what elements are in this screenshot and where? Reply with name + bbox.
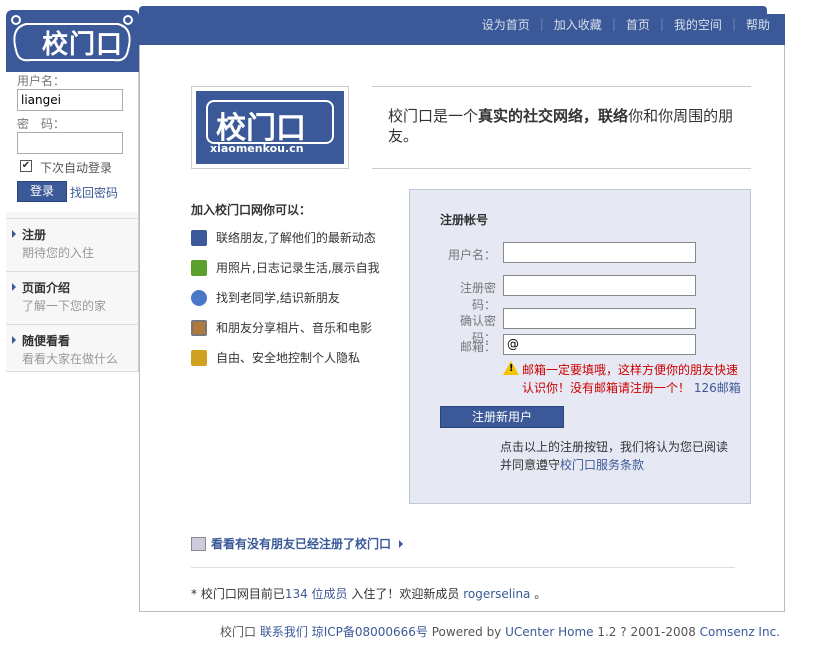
person-icon [191,289,207,306]
arrow-right-icon [399,539,404,548]
sidebar-item-subtitle: 了解一下您的家 [22,299,107,313]
register-username-input[interactable] [503,242,696,263]
feature-item: 和朋友分享相片、音乐和电影 [191,319,372,336]
terms-notice: 点击以上的注册按钮，我们将认为您已阅读并同意遵守校门口服务条款 [500,438,730,474]
forgot-password-link[interactable]: 找回密码 [70,184,118,201]
divider [191,567,735,568]
header-cap [139,6,767,14]
nav-separator: | [659,17,664,31]
nav-home[interactable]: 首页 [626,16,650,33]
ucenter-link[interactable]: UCenter Home [505,625,593,639]
friends-icon [191,536,206,551]
nav-separator: | [611,17,616,31]
divider [372,168,751,169]
tagline: 校门口是一个真实的社交网络，联络你和你周围的朋友。 [388,106,740,146]
warning-icon: ! [503,361,519,375]
arrow-right-icon [12,336,16,344]
stats-text: 入住了！欢迎新成员 [347,587,464,601]
email-provider-link[interactable]: 126邮箱 [694,381,741,395]
tagline-bold: 真实的社交网络 [478,107,584,125]
terms-link[interactable]: 校门口服务条款 [560,458,644,472]
big-logo-inner: 校门口 xiaomenkou.cn [196,91,344,164]
register-button[interactable]: 注册新用户 [440,406,564,428]
sidebar-item-title: 随便看看 [22,334,71,348]
big-logo-text: 校门口 [216,111,306,146]
feature-label: 自由、安全地控制个人隐私 [216,351,361,365]
feature-label: 用照片,日志记录生活,展示自我 [216,261,380,275]
arrow-right-icon [12,230,16,238]
sidebar-item-subtitle: 期待您的入住 [22,246,95,260]
tagline-bold: ， [583,107,599,125]
nav-separator: | [539,17,544,31]
people-icon [191,229,207,246]
logo-text: 校门口 [42,30,124,60]
nav-help[interactable]: 帮助 [746,16,770,33]
sidebar-item-title: 注册 [22,228,47,242]
photo-icon [191,319,207,336]
feature-label: 联络朋友,了解他们的最新动态 [216,231,376,245]
login-form: 用户名： liangei 密 码： ✔ 下次自动登录 登录 找回密码 [6,72,139,212]
sidebar-item-intro[interactable]: 页面介绍 了解一下您的家 [6,271,139,319]
feature-item: 自由、安全地控制个人隐私 [191,349,360,366]
register-confirm-input[interactable] [503,308,696,329]
remember-checkbox[interactable]: ✔ [20,160,32,172]
features-title: 加入校门口网你可以： [191,203,312,217]
feature-label: 找到老同学,结识新朋友 [216,291,340,305]
top-nav: 设为首页 | 加入收藏 | 首页 | 我的空间 | 帮助 [482,15,770,33]
feature-item: 用照片,日志记录生活,展示自我 [191,259,380,276]
remember-label: 下次自动登录 [40,161,113,175]
comsenz-link[interactable]: Comsenz Inc. [700,625,780,639]
sidebar-item-title: 页面介绍 [22,281,71,295]
register-password-input[interactable] [503,275,696,296]
find-friends-link[interactable]: 看看有没有朋友已经注册了校门口 [191,535,404,552]
sidebar-item-subtitle: 看看大家在做什么 [22,352,119,366]
big-logo: 校门口 xiaomenkou.cn [191,86,349,169]
password-input[interactable] [17,132,123,154]
nav-add-favorite[interactable]: 加入收藏 [554,16,602,33]
big-logo-domain: xiaomenkou.cn [210,142,304,155]
feature-label: 和朋友分享相片、音乐和电影 [216,321,373,335]
footer-brand: 校门口 [220,625,257,639]
new-member-link[interactable]: rogerselina [463,587,530,601]
member-count-link[interactable]: 134 位成员 [285,587,348,601]
register-email-label: 邮箱： [459,340,496,354]
feature-item: 联络朋友,了解他们的最新动态 [191,229,376,246]
find-friends-text[interactable]: 看看有没有朋友已经注册了校门口 [211,535,391,552]
register-title: 注册帐号 [440,213,489,227]
icp-link[interactable]: 琼ICP备08000666号 [312,625,428,639]
site-logo[interactable]: 校门口 [6,10,139,72]
register-username-label: 用户名： [447,248,496,262]
stats-text: 。 [530,587,547,601]
username-label: 用户名： [17,74,66,88]
divider [372,86,751,87]
stats-text: * 校门口网目前已 [191,587,285,601]
footer-text: Powered by [427,625,506,639]
chat-icon [191,259,207,276]
sidebar-item-register[interactable]: 注册 期待您的入住 [6,218,139,266]
register-password-label: 注册密码： [459,281,496,312]
login-button[interactable]: 登录 [17,181,67,202]
nav-set-homepage[interactable]: 设为首页 [482,16,530,33]
password-label: 密 码： [17,117,66,131]
arrow-right-icon [12,283,16,291]
footer: 校门口 联系我们 琼ICP备08000666号 Powered by UCent… [220,623,780,640]
contact-link[interactable]: 联系我们 [260,625,308,639]
footer-text: 1.2 ? 2001-2008 [593,625,700,639]
tagline-text: 校门口是一个 [388,107,479,125]
register-email-input[interactable]: @ [503,334,696,355]
nav-separator: | [731,17,736,31]
tagline-bold: 联络 [598,107,629,125]
username-input[interactable]: liangei [17,89,123,111]
member-stats: * 校门口网目前已134 位成员 入住了！欢迎新成员 rogerselina 。 [191,585,546,602]
email-warning: 邮箱一定要填哦，这样方便你的朋友快速认识你！没有邮箱请注册一个！ 126邮箱 [522,361,744,397]
feature-item: 找到老同学,结识新朋友 [191,289,340,306]
privacy-icon [191,349,207,366]
sidebar-item-browse[interactable]: 随便看看 看看大家在做什么 [6,324,139,372]
nav-my-space[interactable]: 我的空间 [674,16,722,33]
